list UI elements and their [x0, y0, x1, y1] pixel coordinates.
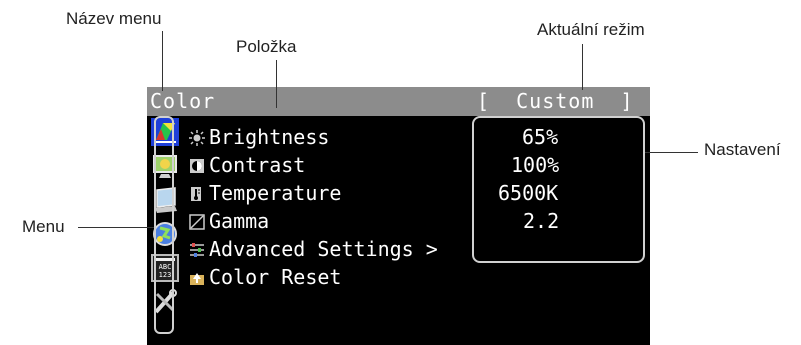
leader-menu-name — [162, 31, 163, 91]
callout-menu-name: Název menu — [66, 9, 162, 28]
item-advanced-settings[interactable]: Advanced Settings > — [189, 237, 438, 263]
callout-current-mode: Aktuální režim — [537, 20, 645, 39]
current-mode: [ Custom ] — [477, 89, 634, 113]
advanced-settings-icon — [190, 243, 204, 257]
item-contrast[interactable]: Contrast — [189, 153, 305, 179]
item-label: Temperature — [209, 181, 342, 205]
leader-current-mode — [582, 44, 583, 90]
item-temperature[interactable]: Temperature — [189, 181, 341, 207]
osd-header: Color [ Custom ] — [147, 87, 650, 116]
leader-item — [276, 60, 277, 108]
settings-bracket — [472, 116, 645, 263]
item-brightness[interactable]: Brightness — [189, 125, 329, 151]
item-label: Advanced Settings > — [209, 237, 438, 261]
callout-menu: Menu — [22, 217, 65, 236]
contrast-icon — [190, 159, 204, 173]
leader-menu — [78, 227, 154, 228]
item-gamma[interactable]: Gamma — [189, 209, 269, 235]
callout-settings: Nastavení — [704, 140, 781, 159]
item-label: Gamma — [209, 209, 270, 233]
gamma-icon — [189, 214, 205, 230]
reset-icon — [190, 273, 204, 285]
callout-item: Položka — [236, 37, 297, 56]
leader-settings — [645, 152, 698, 153]
menu-name: Color — [150, 89, 216, 113]
item-color-reset[interactable]: Color Reset — [189, 265, 341, 291]
item-label: Color Reset — [209, 265, 342, 289]
brightness-icon — [189, 130, 205, 146]
menu-bracket — [154, 116, 174, 334]
item-label: Brightness — [209, 125, 330, 149]
temperature-icon — [191, 187, 201, 201]
item-label: Contrast — [209, 153, 306, 177]
